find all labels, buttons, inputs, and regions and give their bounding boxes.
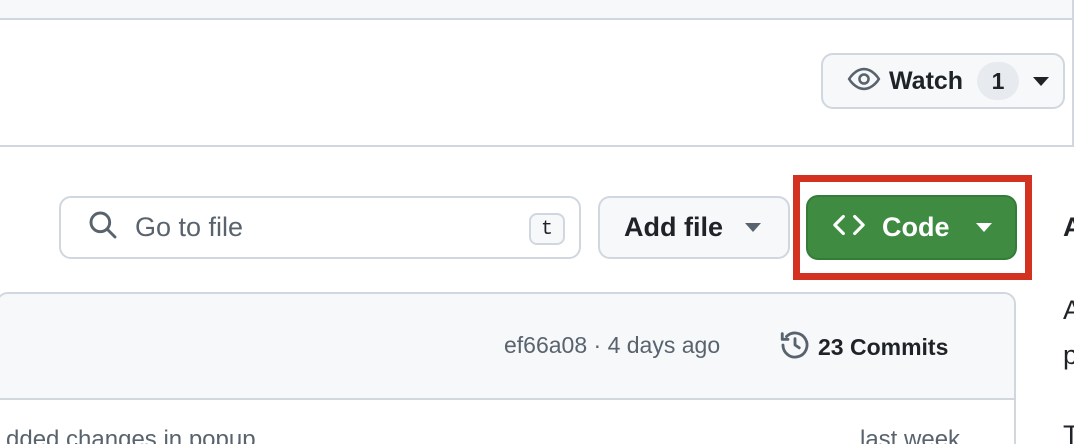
top-bar xyxy=(0,0,1074,20)
watch-button[interactable]: Watch 1 xyxy=(823,55,1050,107)
sidebar-text-fragment: T xyxy=(1063,420,1074,444)
search-icon xyxy=(87,209,135,246)
divider xyxy=(0,145,1074,147)
history-icon xyxy=(778,328,818,367)
chevron-down-icon xyxy=(975,223,992,232)
commits-count: 23 Commits xyxy=(818,334,949,360)
go-to-file-search[interactable]: t xyxy=(59,196,581,259)
sidebar-text-fragment: A xyxy=(1063,212,1074,242)
code-brackets-icon xyxy=(832,208,882,247)
add-file-label: Add file xyxy=(624,212,723,242)
code-label: Code xyxy=(882,212,950,242)
keyboard-shortcut-hint: t xyxy=(529,213,565,245)
watch-button-group: Watch 1 xyxy=(821,53,1065,109)
commit-message[interactable]: dded changes in popup xyxy=(6,426,256,444)
file-listing: ef66a08 · 4 days ago 23 Commits dded cha… xyxy=(0,292,1016,444)
repo-page: Watch 1 t Add file Code A A p T xyxy=(0,0,1074,444)
sidebar-text-fragment: A xyxy=(1063,295,1074,325)
sidebar-text-fragment: p xyxy=(1063,340,1074,370)
add-file-button[interactable]: Add file xyxy=(598,196,790,259)
search-input[interactable] xyxy=(135,212,515,243)
latest-commit-bar: ef66a08 · 4 days ago 23 Commits xyxy=(0,294,1014,400)
watch-label: Watch xyxy=(889,66,964,95)
commits-history-link[interactable]: 23 Commits xyxy=(778,328,948,367)
watch-count: 1 xyxy=(977,62,1020,100)
commit-hash-and-time[interactable]: ef66a08 · 4 days ago xyxy=(504,332,720,359)
chevron-down-icon xyxy=(745,223,761,232)
eye-icon xyxy=(847,62,889,101)
commit-time: last week xyxy=(860,426,961,444)
code-button[interactable]: Code xyxy=(806,195,1017,260)
chevron-down-icon[interactable] xyxy=(1033,76,1050,86)
